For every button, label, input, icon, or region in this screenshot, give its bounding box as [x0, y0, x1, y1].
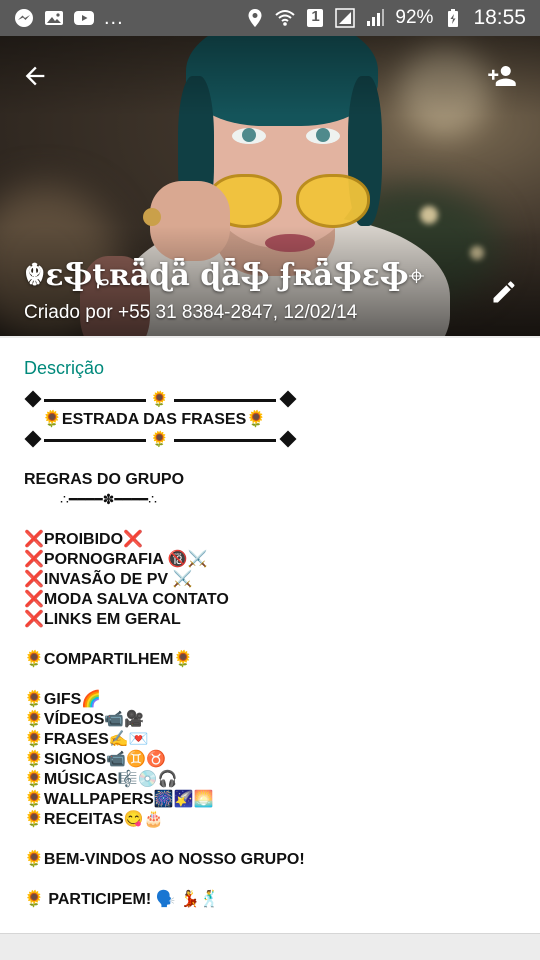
description-label: Descrição: [24, 358, 105, 378]
divider-bar-right: [174, 399, 276, 402]
divider-diamond-left: [24, 430, 42, 448]
forbidden-item: ❌MODA SALVA CONTATO: [24, 591, 229, 608]
gallery-icon: [44, 8, 64, 28]
group-description-card[interactable]: Descrição 🌻 🌻ESTRADA DAS FRASES🌻 🌻 REGRA…: [0, 338, 540, 934]
back-button[interactable]: [11, 54, 59, 102]
arrow-back-icon: [21, 62, 49, 94]
share-item: 🌻FRASES✍️💌: [24, 731, 149, 748]
forbidden-item: ❌INVASÃO DE PV ⚔️: [24, 571, 193, 588]
group-created-info: Criado por +55 31 8384-2847, 12/02/14: [24, 302, 358, 323]
rules-heading: REGRAS DO GRUPO: [24, 471, 185, 488]
share-item: 🌻WALLPAPERS🎆🌠🌅: [24, 791, 214, 808]
pencil-icon: [490, 278, 518, 310]
divider-diamond-left: [24, 390, 42, 408]
youtube-icon: [74, 8, 94, 28]
share-item: 🌻RECEITAS😋🎂: [24, 811, 164, 828]
header-top-gradient: [0, 36, 540, 116]
status-bar-right: 1 92% 18:55: [245, 6, 526, 30]
battery-percent: 92%: [395, 7, 434, 28]
signal-icon-secondary: [335, 8, 356, 28]
sim-one-icon: 1: [305, 8, 325, 28]
divider-diamond-right: [279, 390, 297, 408]
welcome-line: 🌻BEM-VINDOS AO NOSSO GRUPO!: [24, 851, 305, 868]
location-icon: [245, 8, 265, 28]
divider-flower: 🌻: [150, 430, 169, 448]
share-item: 🌻MÚSICAS🎼💿🎧: [24, 771, 178, 788]
divider-flower: 🌻: [150, 390, 169, 408]
group-name-text: ☬ɛֆȶʀǟɖǟ ɖǟֆ ʄʀǟֆɛֆ: [24, 258, 409, 293]
forbidden-heading: ❌PROIBIDO❌: [24, 531, 143, 548]
status-bar: ... 1 92% 18:55: [0, 0, 540, 36]
status-bar-left: ...: [14, 7, 124, 30]
divider-bar-right: [174, 439, 276, 442]
signal-icon: [365, 8, 385, 28]
messenger-icon: [14, 8, 34, 28]
description-title-line: 🌻ESTRADA DAS FRASES🌻: [42, 411, 267, 428]
participate-line: 🌻 PARTICIPEM! 🗣️ 💃🕺: [24, 891, 220, 908]
divider-diamond-right: [279, 430, 297, 448]
clock: 18:55: [473, 6, 526, 29]
share-heading: 🌻COMPARTILHEM🌻: [24, 651, 194, 668]
divider-bar-left: [44, 399, 146, 402]
bottom-background: [0, 934, 540, 960]
more-notifications-indicator: ...: [104, 6, 124, 29]
battery-charging-icon: [443, 8, 463, 28]
share-item: 🌻SIGNOS📹♊♉: [24, 751, 166, 768]
add-participant-button[interactable]: [478, 54, 526, 102]
description-divider-top: 🌻: [24, 390, 300, 410]
group-name: ☬ɛֆȶʀǟɖǟ ɖǟֆ ʄʀǟֆɛֆ⌖: [24, 258, 464, 293]
description-divider-bottom: 🌻: [24, 430, 300, 450]
share-item: 🌻GIFS🌈: [24, 691, 102, 708]
divider-bar-left: [44, 439, 146, 442]
group-name-symbol: ⌖: [408, 259, 425, 292]
share-item: 🌻VÍDEOS📹🎥: [24, 711, 145, 728]
group-header: ☬ɛֆȶʀǟɖǟ ɖǟֆ ʄʀǟֆɛֆ⌖ Criado por +55 31 8…: [0, 36, 540, 336]
wifi-icon: [275, 8, 296, 28]
forbidden-item: ❌PORNOGRAFIA 🔞⚔️: [24, 551, 208, 568]
rules-ornament: ∴━━━━✽━━━━∴: [60, 491, 157, 507]
sim-badge-text: 1: [311, 8, 320, 25]
edit-group-name-button[interactable]: [480, 270, 528, 318]
forbidden-item: ❌LINKS EM GERAL: [24, 611, 181, 628]
person-add-icon: [485, 61, 519, 95]
